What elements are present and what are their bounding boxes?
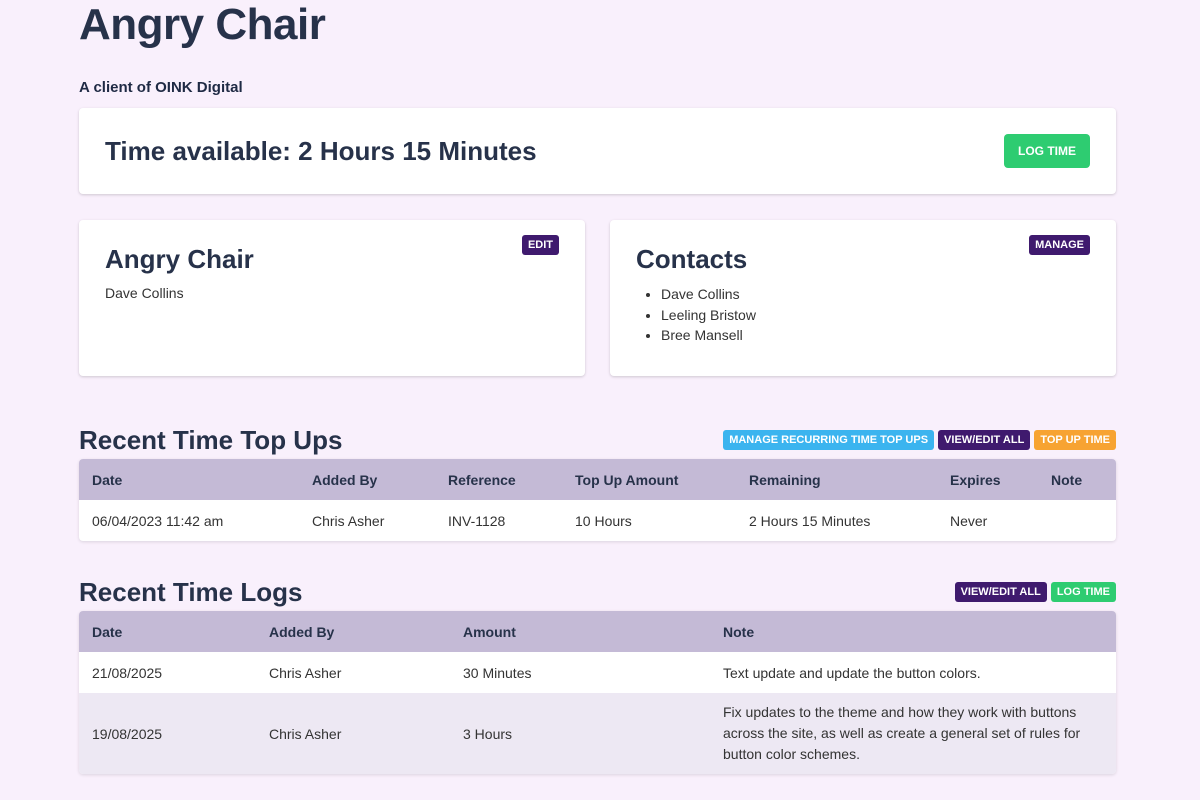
top-up-time-button[interactable]: Top Up Time bbox=[1034, 430, 1116, 450]
page-subtitle: A client of OINK Digital bbox=[79, 79, 243, 96]
manage-recurring-top-ups-button[interactable]: Manage Recurring Time Top Ups bbox=[723, 430, 935, 450]
time-available-heading: Time available: 2 Hours 15 Minutes bbox=[105, 135, 537, 166]
table-row: 06/04/2023 11:42 am Chris Asher INV-1128… bbox=[79, 500, 1116, 541]
log-time-button[interactable]: Log Time bbox=[1004, 134, 1090, 168]
table-cell: 2 Hours 15 Minutes bbox=[749, 512, 871, 529]
column-header: Added By bbox=[269, 623, 335, 640]
client-contact-name: Dave Collins bbox=[105, 285, 184, 301]
column-header: Date bbox=[92, 623, 123, 640]
table-cell: 21/08/2025 bbox=[92, 664, 163, 681]
time-logs-header: Recent Time Logs View/Edit All Log Time bbox=[79, 576, 1116, 608]
contact-item: Dave Collins bbox=[661, 284, 1090, 305]
table-cell: Never bbox=[950, 512, 988, 529]
table-cell: 30 Minutes bbox=[463, 664, 532, 681]
time-available-card: Time available: 2 Hours 15 Minutes Log T… bbox=[79, 108, 1116, 194]
top-ups-heading: Recent Time Top Ups bbox=[79, 425, 343, 455]
table-header-row: Date Added By Reference Top Up Amount Re… bbox=[79, 459, 1116, 500]
table-cell: Chris Asher bbox=[269, 664, 342, 681]
table-cell: INV-1128 bbox=[448, 512, 506, 529]
column-header: Added By bbox=[312, 471, 378, 488]
top-ups-actions: Manage Recurring Time Top Ups View/Edit … bbox=[723, 430, 1116, 450]
table-cell bbox=[1038, 500, 1116, 541]
page-title: Angry Chair bbox=[79, 0, 326, 49]
log-time-small-button[interactable]: Log Time bbox=[1050, 582, 1116, 602]
table-row: 19/08/2025 Chris Asher 3 Hours Fix updat… bbox=[79, 693, 1116, 774]
column-header: Remaining bbox=[749, 471, 821, 488]
column-header: Date bbox=[92, 471, 123, 488]
contact-item: Bree Mansell bbox=[661, 325, 1090, 346]
column-header: Note bbox=[723, 623, 755, 640]
top-ups-table: Date Added By Reference Top Up Amount Re… bbox=[79, 459, 1116, 541]
table-cell: Chris Asher bbox=[312, 512, 385, 529]
table-cell: Chris Asher bbox=[269, 725, 342, 742]
column-header: Expires bbox=[950, 471, 1001, 488]
info-cards-row: Edit Angry Chair Dave Collins Manage Con… bbox=[79, 220, 1116, 376]
edit-client-button[interactable]: Edit bbox=[521, 235, 559, 255]
view-edit-all-logs-button[interactable]: View/Edit All bbox=[954, 582, 1047, 602]
time-logs-heading: Recent Time Logs bbox=[79, 577, 303, 607]
column-header: Amount bbox=[463, 623, 516, 640]
table-cell: Fix updates to the theme and how they wo… bbox=[723, 704, 1081, 762]
page-container: Angry Chair A client of OINK Digital Tim… bbox=[79, 0, 1116, 774]
top-ups-section: Recent Time Top Ups Manage Recurring Tim… bbox=[79, 424, 1116, 541]
column-header: Note bbox=[1051, 471, 1083, 488]
table-header-row: Date Added By Amount Note bbox=[79, 611, 1116, 652]
client-name-heading: Angry Chair bbox=[105, 244, 254, 274]
table-cell: Text update and update the button colors… bbox=[723, 664, 981, 681]
contacts-heading: Contacts bbox=[636, 244, 748, 274]
contacts-card: Manage Contacts Dave Collins Leeling Bri… bbox=[610, 220, 1116, 376]
contact-item: Leeling Bristow bbox=[661, 305, 1090, 326]
table-cell: 19/08/2025 bbox=[92, 725, 163, 742]
view-edit-all-top-ups-button[interactable]: View/Edit All bbox=[938, 430, 1031, 450]
contacts-list: Dave Collins Leeling Bristow Bree Mansel… bbox=[636, 284, 1090, 346]
time-logs-actions: View/Edit All Log Time bbox=[954, 582, 1116, 602]
client-card: Edit Angry Chair Dave Collins bbox=[79, 220, 585, 376]
table-cell: 10 Hours bbox=[575, 512, 632, 529]
time-logs-table: Date Added By Amount Note 21/08/2025 Chr… bbox=[79, 611, 1116, 774]
top-ups-header: Recent Time Top Ups Manage Recurring Tim… bbox=[79, 424, 1116, 456]
table-cell: 3 Hours bbox=[463, 725, 513, 742]
column-header: Reference bbox=[448, 471, 516, 488]
table-row: 21/08/2025 Chris Asher 30 Minutes Text u… bbox=[79, 652, 1116, 693]
column-header: Top Up Amount bbox=[575, 471, 679, 488]
time-logs-section: Recent Time Logs View/Edit All Log Time … bbox=[79, 576, 1116, 774]
table-cell: 06/04/2023 11:42 am bbox=[92, 512, 224, 529]
manage-contacts-button[interactable]: Manage bbox=[1029, 235, 1090, 255]
